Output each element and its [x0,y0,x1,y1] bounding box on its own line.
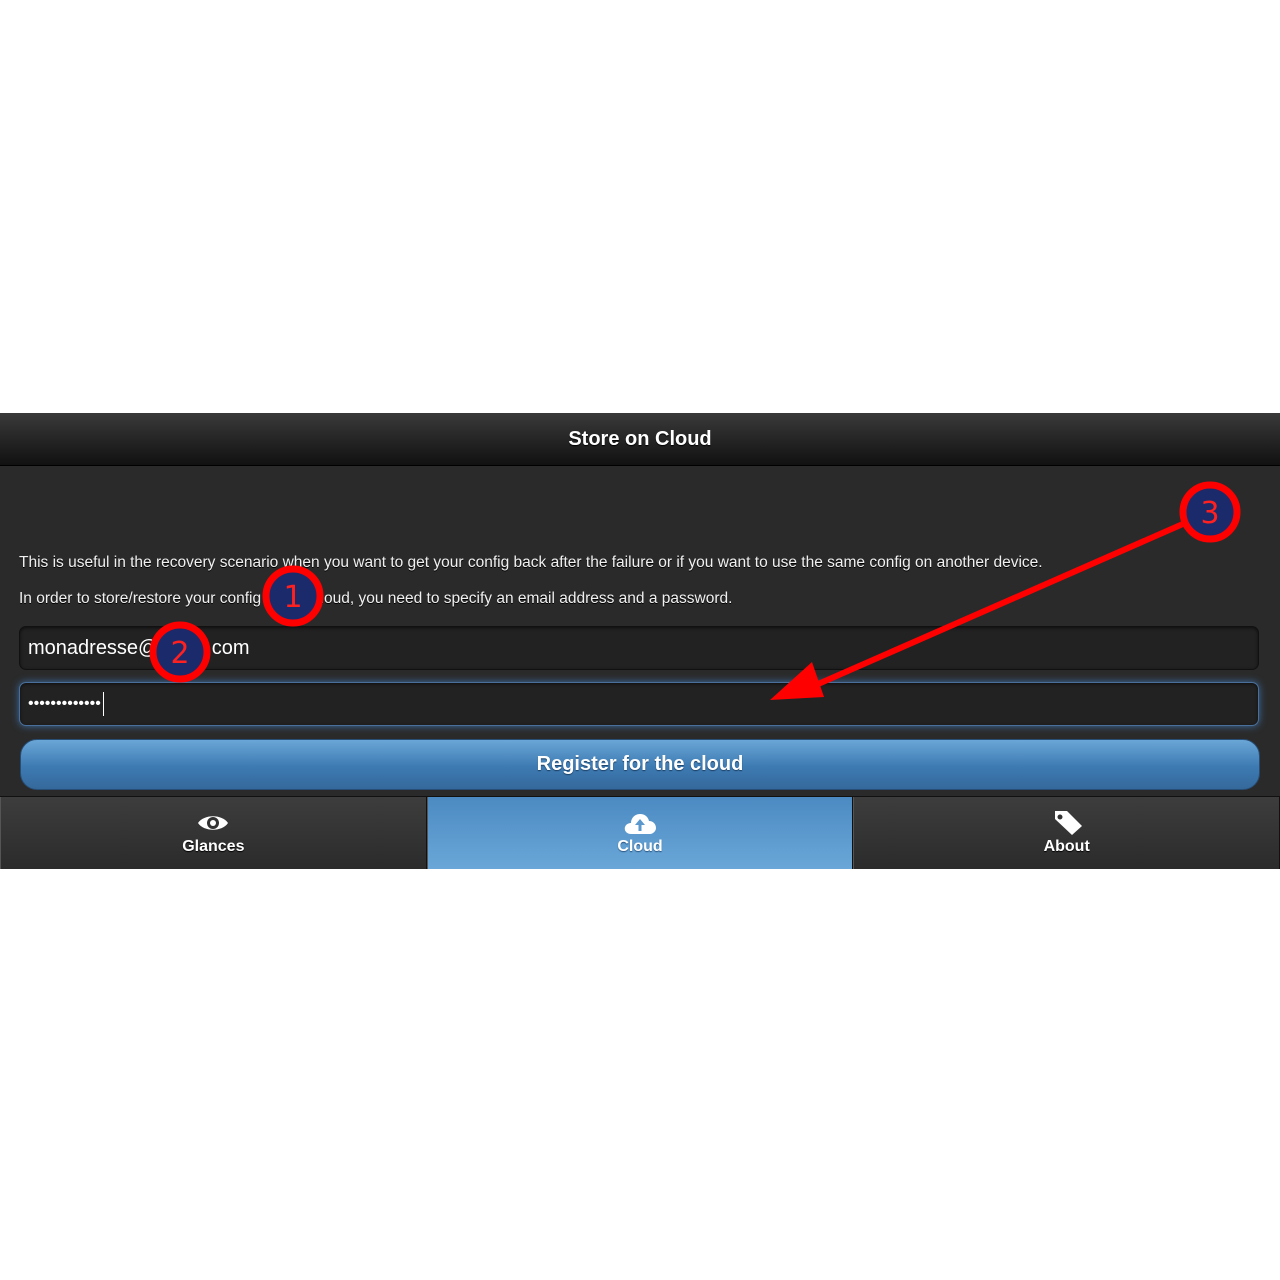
cloud-upload-icon [624,814,656,834]
app-panel: Store on Cloud This is useful in the rec… [0,413,1280,869]
register-button[interactable]: Register for the cloud [20,739,1260,790]
page-title: Store on Cloud [568,427,712,450]
tab-glances[interactable]: Glances [0,797,427,869]
tab-about[interactable]: About [853,797,1280,869]
tab-cloud[interactable]: Cloud [426,797,854,869]
register-button-label: Register for the cloud [536,753,744,775]
content-area: This is useful in the recovery scenario … [0,466,1280,796]
password-field-value: ••••••••••••• [28,695,101,712]
eye-icon [198,816,229,830]
tab-label-glances: Glances [182,838,245,855]
description-paragraph-2: In order to store/restore your config on… [19,590,733,607]
description-paragraph-1: This is useful in the recovery scenario … [19,554,1043,571]
text-caret [102,692,104,716]
email-field-value: monadresse@gmail.com [28,636,250,659]
bottom-navbar: Glances Cloud About [0,796,1280,869]
header-bar: Store on Cloud [0,413,1280,466]
password-field[interactable]: ••••••••••••• [19,682,1259,726]
tab-label-cloud: Cloud [617,838,663,855]
tag-icon [1054,811,1082,835]
page: Store on Cloud This is useful in the rec… [0,0,1280,1280]
email-field[interactable]: monadresse@gmail.com [19,626,1259,670]
tab-label-about: About [1043,838,1090,855]
